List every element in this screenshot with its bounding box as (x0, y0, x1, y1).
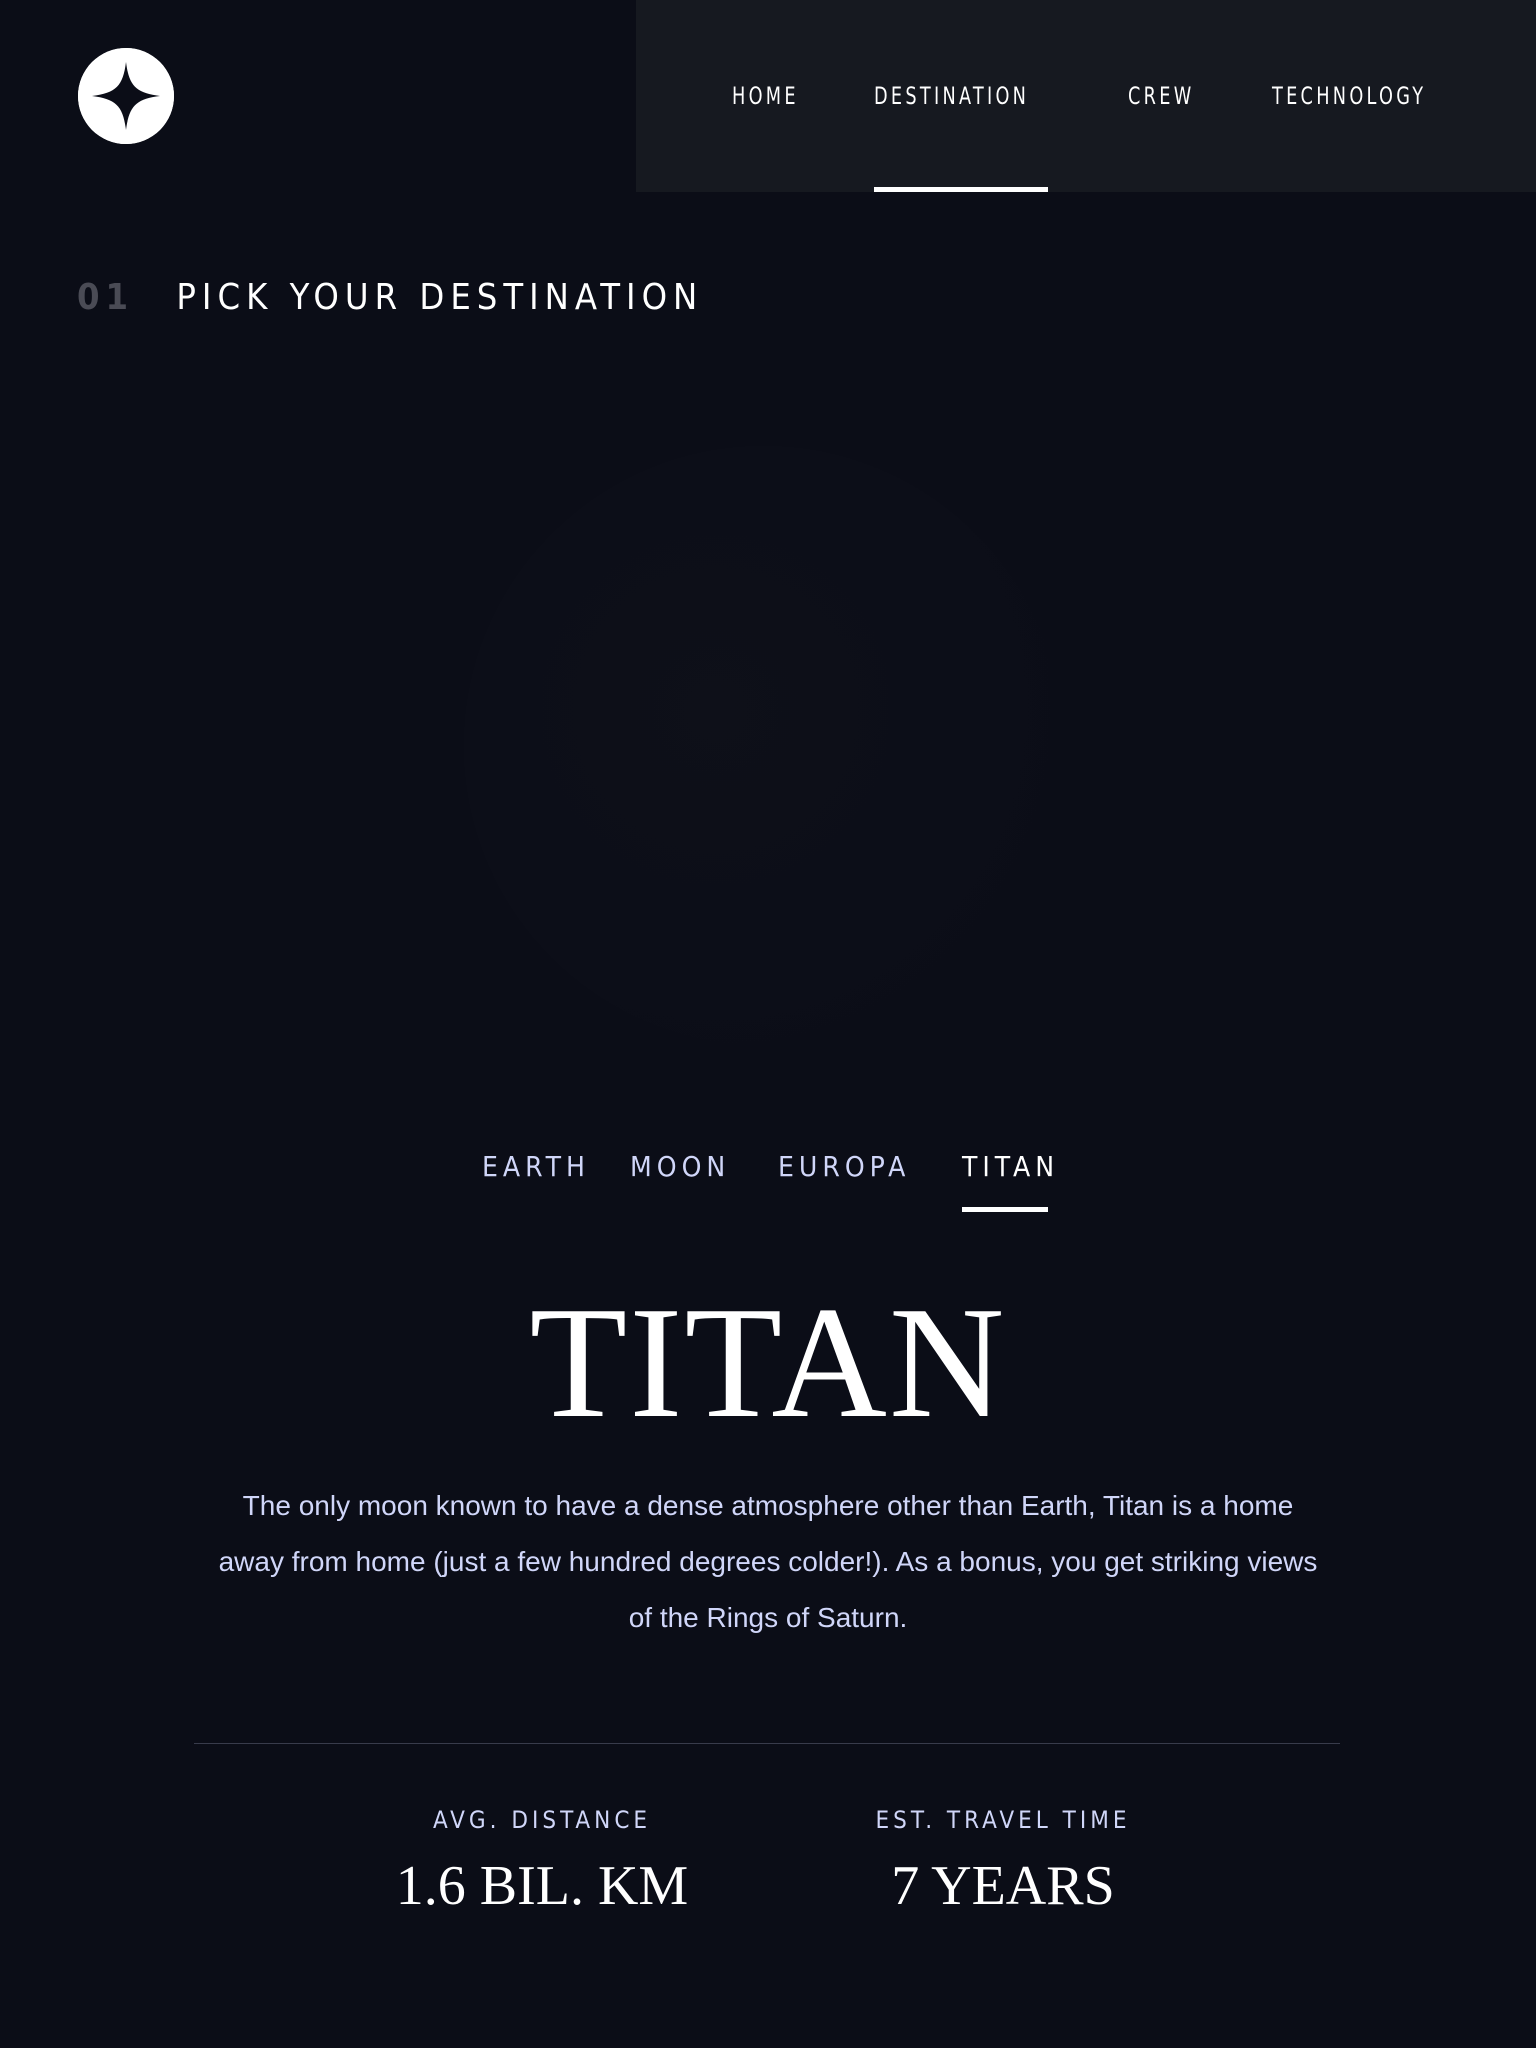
nav-link-crew[interactable]: CREW (1128, 0, 1209, 192)
stat-avg-distance-value: 1.6 BIL. KM (395, 1855, 689, 1917)
destination-page: HOME DESTINATION CREW TECHNOLOGY 01 PICK… (0, 0, 1536, 2048)
nav-active-indicator (874, 187, 1048, 192)
tab-moon[interactable]: MOON (630, 1142, 730, 1212)
stat-travel-time-value: 7 YEARS (891, 1855, 1115, 1917)
nav-link-home[interactable]: HOME (732, 0, 814, 192)
nav-link-crew-label: CREW (1128, 82, 1195, 110)
nav-link-technology-label: TECHNOLOGY (1272, 82, 1427, 110)
logo-star-icon[interactable] (78, 48, 174, 144)
stat-travel-time-label: EST. TRAVEL TIME (875, 1806, 1131, 1834)
tab-titan[interactable]: TITAN (962, 1142, 1054, 1212)
planet-image (464, 446, 1064, 1046)
destination-tabs: EARTH MOON EUROPA TITAN (0, 1142, 1536, 1212)
nav-link-destination-label: DESTINATION (874, 82, 1030, 110)
stat-avg-distance: AVG. DISTANCE 1.6 BIL. KM (342, 1800, 742, 1926)
section-title: PICK YOUR DESTINATION (176, 277, 704, 318)
nav-link-technology[interactable]: TECHNOLOGY (1272, 0, 1460, 192)
section-number: 01 (77, 277, 135, 318)
destination-name: TITAN (529, 1273, 1007, 1451)
tab-europa[interactable]: EUROPA (778, 1142, 910, 1212)
stat-travel-time: EST. TRAVEL TIME 7 YEARS (803, 1800, 1203, 1926)
nav-link-home-label: HOME (732, 82, 799, 110)
stat-avg-distance-label: AVG. DISTANCE (432, 1806, 652, 1834)
tab-active-indicator (962, 1207, 1048, 1212)
destination-description: The only moon known to have a dense atmo… (218, 1490, 1318, 1633)
section-heading: 01 PICK YOUR DESTINATION (77, 274, 703, 322)
tab-titan-label: TITAN (962, 1150, 1060, 1183)
primary-nav: HOME DESTINATION CREW TECHNOLOGY (636, 0, 1536, 192)
nav-link-destination[interactable]: DESTINATION (874, 0, 1048, 192)
tab-earth[interactable]: EARTH (482, 1142, 590, 1212)
divider (194, 1743, 1340, 1744)
